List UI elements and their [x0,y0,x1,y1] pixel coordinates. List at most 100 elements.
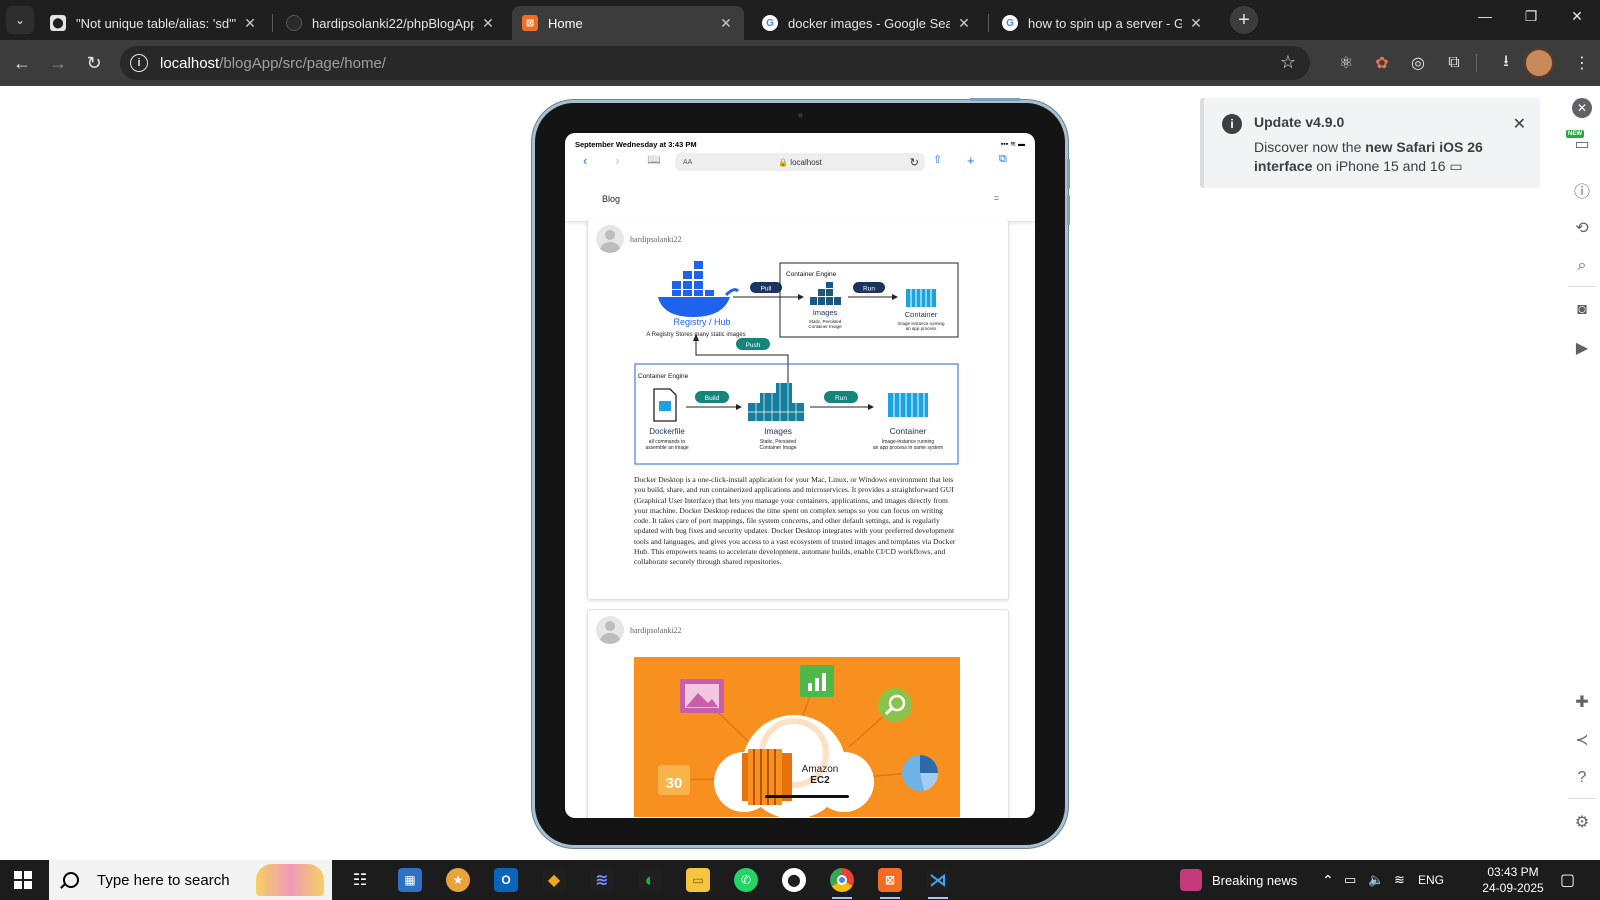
news-widget[interactable]: Breaking news [1180,860,1297,900]
outlook-icon[interactable]: O [494,868,518,892]
tab-mysql-error[interactable]: ⬤ "Not unique table/alias: 'sd'" ex ✕ [40,6,268,40]
devices-icon[interactable]: NEW ▭ [1566,130,1592,154]
minimize-button[interactable]: — [1462,8,1508,32]
reload-icon: ↻ [86,52,102,73]
postman-like-icon[interactable]: ≋ [590,868,614,892]
post-card: hardipsolanki22 Registry / Hub A Registr… [587,219,1009,600]
home-indicator [765,795,849,798]
extension-target-icon[interactable]: ◎ [1406,51,1430,75]
xampp-icon: ⊠ [522,15,538,31]
info-circle-icon[interactable]: ⓘ [1572,180,1592,201]
react-devtools-icon[interactable]: ⚛ [1334,51,1358,75]
forward-button[interactable]: → [44,49,72,77]
bottom-engine-label: Container Engine [638,373,689,380]
close-panel-icon[interactable]: ✕ [1572,98,1592,118]
tab-github-repo[interactable]: hardipsolanki22/phpBlogApp: S ✕ [276,6,506,40]
safari-bookmarks-icon[interactable]: 📖 [647,153,661,166]
safari-share-icon[interactable]: ⇧ [933,153,942,166]
arrow-right-icon: → [49,52,67,73]
toast-close-button[interactable]: ✕ [1513,114,1526,134]
info-icon: i [1222,114,1242,134]
pie-chart-icon [902,755,939,791]
google-icon: G [762,15,778,31]
safari-back-icon[interactable]: ‹ [583,153,587,168]
tab-search-dropdown[interactable]: ⌄ [6,6,34,34]
whatsapp-icon[interactable]: ✆ [734,868,758,892]
notification-icon[interactable]: ▢ [1560,860,1575,900]
taskbar-clock[interactable]: 03:43 PM 24-09-2025 [1478,864,1548,896]
site-info-icon[interactable]: i [130,54,148,72]
toolbar-divider [1476,54,1477,72]
file-explorer-icon[interactable]: ▭ [686,868,710,892]
language-indicator[interactable]: ENG [1418,860,1444,900]
share-icon[interactable]: ≺ [1572,730,1592,750]
new-tab-button[interactable]: + [1230,6,1258,34]
address-bar[interactable]: i localhost/blogApp/src/page/home/ ☆ [120,46,1310,80]
battery-icon[interactable]: ▭ [1344,860,1356,900]
github-desktop-icon[interactable]: ⬤ [782,868,806,892]
hamburger-menu-icon[interactable]: = [994,193,999,203]
close-window-button[interactable]: ✕ [1554,8,1600,32]
run-label-bottom: Run [835,395,847,402]
trophy-app-icon[interactable]: ★ [446,868,470,892]
safari-tabs-icon[interactable]: ⧉ [999,153,1007,166]
mongodb-icon[interactable]: ◐ [638,868,662,892]
sidebar-divider [1568,798,1596,799]
safari-toolbar: ‹ › 📖 AA 🔒 localhost ↻ ⇧ + ⧉ [565,151,1035,173]
redux-devtools-icon[interactable]: ✿ [1370,51,1394,75]
xampp-taskbar-icon[interactable]: ⊠ [878,868,902,899]
bookmark-star-icon[interactable]: ☆ [1280,52,1296,73]
extensions-puzzle-icon[interactable]: ⧉ [1442,51,1466,75]
sublime-like-icon[interactable]: ◆ [542,868,566,892]
profile-avatar[interactable] [1524,48,1554,78]
safari-address-bar[interactable]: AA 🔒 localhost ↻ [675,153,925,171]
tab-home[interactable]: ⊠ Home ✕ [512,6,744,40]
tab-separator [988,14,989,32]
microsoft-store-icon[interactable]: ▦ [398,868,422,892]
close-tab-icon[interactable]: ✕ [956,15,972,32]
camera-icon[interactable]: ◙ [1572,300,1592,320]
post-description: Docker Desktop is a one-click-install ap… [634,475,956,567]
reload-button[interactable]: ↻ [80,49,108,77]
close-tab-icon[interactable]: ✕ [718,15,734,32]
puzzle-icon[interactable]: ✚ [1572,692,1592,712]
safari-forward-icon[interactable]: › [615,153,619,168]
rotate-icon[interactable]: ⟲ [1572,218,1592,238]
camera-dot [798,113,803,118]
video-icon[interactable]: ▶ [1572,338,1592,358]
vscode-icon[interactable]: ⋊ [926,868,950,899]
url-host: localhost [160,54,220,72]
reader-aa[interactable]: AA [683,159,692,166]
safari-new-tab-icon[interactable]: + [967,153,975,168]
close-tab-icon[interactable]: ✕ [1188,15,1204,32]
task-view-icon[interactable]: ☷ [348,868,372,892]
user-avatar-icon [596,616,624,644]
ipad-frame: September Wednesday at 3:43 PM ▪▪▪ ≋ ▬ ‹… [532,98,1070,848]
safari-reload-icon[interactable]: ↻ [910,156,919,169]
ec2-label-2: EC2 [810,775,830,786]
close-tab-icon[interactable]: ✕ [480,15,496,32]
blog-title[interactable]: Blog [602,194,620,204]
settings-gear-icon[interactable]: ⚙ [1572,812,1592,832]
download-icon[interactable]: ⭳ [1494,51,1518,75]
image-gallery-icon [680,679,724,713]
lotus-highlight-image [256,864,324,896]
tab-server-search[interactable]: G how to spin up a server - Goog ✕ [992,6,1214,40]
windows-start-button[interactable] [14,871,32,889]
more-menu-icon[interactable]: ⋮ [1570,51,1594,75]
back-button[interactable]: ← [8,49,36,77]
tray-overflow-icon[interactable]: ⌃ [1322,860,1334,900]
taskbar-search-input[interactable]: Type here to search [49,860,332,900]
post-author[interactable]: hardipsolanki22 [596,616,682,644]
dockerfile-label: Dockerfile [649,427,685,436]
help-icon[interactable]: ? [1572,768,1592,788]
status-icons: ▪▪▪ ≋ ▬ [1000,141,1025,148]
zoom-icon[interactable]: ⌕ [1572,256,1592,276]
volume-down-button [1067,195,1070,225]
tab-docker-search[interactable]: G docker images - Google Search ✕ [752,6,982,40]
close-tab-icon[interactable]: ✕ [242,15,258,32]
chrome-taskbar-icon[interactable] [830,868,854,899]
volume-icon[interactable]: 🔈 [1368,860,1384,900]
restore-button[interactable]: ❐ [1508,8,1554,32]
wifi-icon[interactable]: ≋ [1394,860,1405,900]
